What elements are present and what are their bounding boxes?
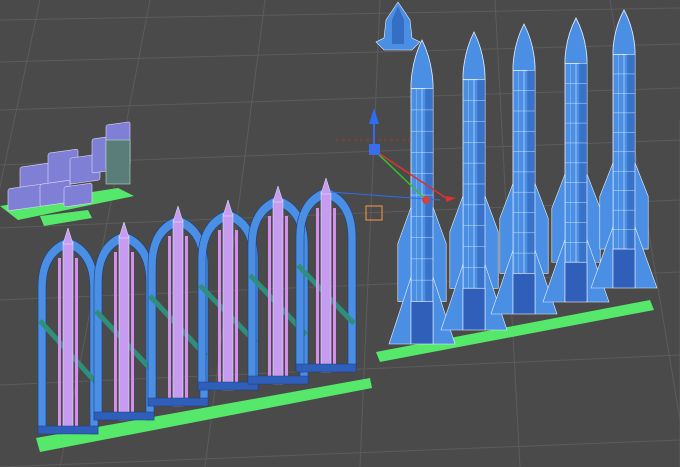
grid-line <box>0 439 680 467</box>
gizmo-center-handle[interactable] <box>369 144 380 155</box>
support-column <box>58 258 61 434</box>
support-column <box>235 230 238 390</box>
support-column <box>333 208 336 372</box>
rocket-engine <box>410 301 434 345</box>
support-column <box>316 208 319 372</box>
support-column <box>218 230 221 390</box>
support-base <box>93 411 155 421</box>
support-column <box>75 258 78 434</box>
rocket-engine <box>564 261 588 303</box>
mech-part <box>7 184 43 211</box>
support-base <box>147 397 209 407</box>
support-column <box>268 216 271 384</box>
tall-rocket-row[interactable] <box>388 9 658 345</box>
support-column <box>114 252 117 420</box>
support-column <box>285 216 288 384</box>
rocket-body <box>222 213 234 391</box>
mech-parts-group[interactable] <box>0 121 134 226</box>
rocket-model[interactable] <box>388 39 456 345</box>
support-column <box>131 252 134 420</box>
grid-line <box>0 0 41 190</box>
support-column <box>168 236 171 406</box>
rocket-model[interactable] <box>440 31 508 331</box>
rocket-body <box>172 219 184 407</box>
support-column <box>185 236 188 406</box>
rocket-nose <box>222 199 234 217</box>
mech-panel <box>105 139 131 185</box>
rocket-model[interactable] <box>542 17 610 303</box>
rocket-nose <box>462 31 486 81</box>
rocket-nose <box>172 205 184 223</box>
rocket-engine <box>462 287 486 331</box>
rocket-body <box>320 191 332 373</box>
rocket-nose <box>612 9 636 55</box>
small-rocket-model[interactable] <box>375 1 421 51</box>
rocket-body <box>272 199 284 385</box>
support-base <box>37 425 99 435</box>
rocket-nose <box>512 23 536 71</box>
rocket-model[interactable] <box>490 23 558 315</box>
gizmo-z-arrow-icon[interactable] <box>369 108 379 124</box>
rocket-nose <box>564 17 588 64</box>
rocket-nose <box>272 185 284 203</box>
rocket-engine <box>512 273 536 315</box>
gizmo-x-axis[interactable] <box>373 149 447 199</box>
rocket-nose <box>118 221 130 239</box>
rocket-body <box>62 241 74 435</box>
support-base <box>295 363 357 373</box>
support-base <box>247 375 309 385</box>
supported-rocket[interactable] <box>93 221 155 421</box>
rocket-nose <box>62 227 74 245</box>
grid-line <box>359 0 381 467</box>
rocket-body <box>118 235 130 421</box>
grid-line <box>0 7 680 21</box>
viewport-canvas[interactable] <box>0 0 680 467</box>
mech-part <box>63 183 93 208</box>
rocket-model[interactable] <box>590 9 658 289</box>
rocket-nose <box>320 177 332 195</box>
3d-viewport[interactable] <box>0 0 680 467</box>
grid-line <box>59 0 151 467</box>
gizmo-pivot-handle[interactable] <box>422 196 430 204</box>
supported-rocket[interactable] <box>37 227 99 435</box>
gizmo-x-arrow-icon[interactable] <box>446 196 456 202</box>
move-transform-gizmo[interactable] <box>329 108 456 221</box>
rocket-engine <box>612 248 636 289</box>
